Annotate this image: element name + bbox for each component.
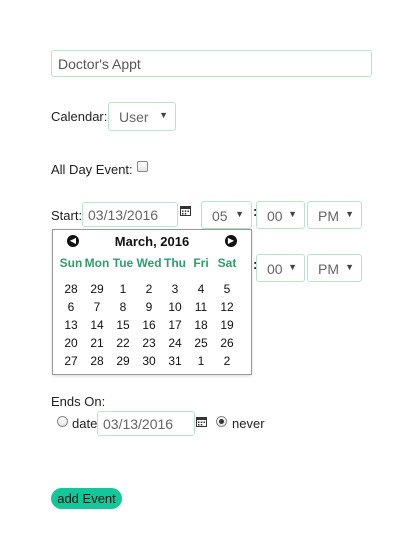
- ends-on-never-label: never: [232, 416, 265, 431]
- datepicker-days: 28 29 1 2 3 4 5 6 7 8 9 10 11 12 13 14 1…: [58, 280, 240, 370]
- chevron-left-icon[interactable]: ◀: [67, 235, 79, 247]
- datepicker-week: 13 14 15 16 17 18 19: [58, 316, 240, 334]
- day-cell[interactable]: 1: [188, 352, 214, 370]
- end-ampm-select[interactable]: PM ▼: [307, 254, 362, 282]
- day-cell[interactable]: 3: [162, 280, 188, 298]
- start-ampm-value: PM: [318, 208, 339, 224]
- datepicker-month-title: March, 2016: [114, 234, 190, 249]
- day-cell[interactable]: 24: [162, 334, 188, 352]
- weekday-label: Fri: [193, 256, 209, 270]
- weekday-label: Sun: [59, 256, 83, 270]
- weekday-label: Thu: [164, 256, 186, 270]
- datepicker: March, 2016 ◀ ▶ Sun Mon Tue Wed Thu Fri …: [52, 229, 252, 375]
- day-cell[interactable]: 4: [188, 280, 214, 298]
- day-cell[interactable]: 19: [214, 316, 240, 334]
- datepicker-week: 6 7 8 9 10 11 12: [58, 298, 240, 316]
- end-minute-value: 00: [267, 261, 283, 277]
- start-date-input[interactable]: 03/13/2016: [82, 202, 178, 227]
- datepicker-week: 20 21 22 23 24 25 26: [58, 334, 240, 352]
- datepicker-weekday-header: Sun Mon Tue Wed Thu Fri Sat: [58, 256, 240, 270]
- day-cell[interactable]: 6: [58, 298, 84, 316]
- all-day-label: All Day Event:: [51, 162, 133, 177]
- day-cell[interactable]: 10: [162, 298, 188, 316]
- day-cell[interactable]: 21: [84, 334, 110, 352]
- day-cell[interactable]: 7: [84, 298, 110, 316]
- add-event-button[interactable]: add Event: [51, 488, 122, 509]
- day-cell[interactable]: 8: [110, 298, 136, 316]
- day-cell[interactable]: 17: [162, 316, 188, 334]
- day-cell[interactable]: 12: [214, 298, 240, 316]
- day-cell[interactable]: 14: [84, 316, 110, 334]
- start-minute-select[interactable]: 00 ▼: [256, 201, 305, 229]
- day-cell[interactable]: 31: [162, 352, 188, 370]
- all-day-checkbox[interactable]: [137, 161, 148, 172]
- start-hour-select[interactable]: 05 ▼: [201, 201, 252, 229]
- ends-on-never-radio[interactable]: [216, 416, 227, 427]
- start-minute-value: 00: [267, 208, 283, 224]
- ends-on-date-label: date: [72, 416, 98, 431]
- day-cell[interactable]: 23: [136, 334, 162, 352]
- day-cell[interactable]: 16: [136, 316, 162, 334]
- day-cell[interactable]: 28: [84, 352, 110, 370]
- day-cell[interactable]: 29: [110, 352, 136, 370]
- day-cell[interactable]: 15: [110, 316, 136, 334]
- ends-on-label: Ends On:: [51, 394, 106, 409]
- calendar-icon[interactable]: [180, 205, 191, 219]
- chevron-down-icon: ▼: [345, 209, 354, 219]
- chevron-down-icon: ▼: [235, 209, 244, 219]
- weekday-label: Sat: [217, 256, 237, 270]
- day-cell[interactable]: 30: [136, 352, 162, 370]
- day-cell[interactable]: 22: [110, 334, 136, 352]
- weekday-label: Mon: [84, 256, 110, 270]
- day-cell[interactable]: 2: [136, 280, 162, 298]
- chevron-right-icon[interactable]: ▶: [225, 235, 237, 247]
- weekday-label: Wed: [136, 256, 162, 270]
- day-cell[interactable]: 18: [188, 316, 214, 334]
- day-cell[interactable]: 2: [214, 352, 240, 370]
- chevron-down-icon: ▼: [345, 262, 354, 272]
- calendar-label: Calendar:: [51, 109, 108, 124]
- day-cell[interactable]: 25: [188, 334, 214, 352]
- event-title-input[interactable]: Doctor's Appt: [51, 50, 372, 77]
- datepicker-week: 28 29 1 2 3 4 5: [58, 280, 240, 298]
- day-cell[interactable]: 29: [84, 280, 110, 298]
- ends-on-date-input[interactable]: 03/13/2016: [97, 411, 195, 436]
- day-cell[interactable]: 5: [214, 280, 240, 298]
- end-ampm-value: PM: [318, 261, 339, 277]
- ends-on-date-radio[interactable]: [57, 416, 68, 427]
- day-cell[interactable]: 20: [58, 334, 84, 352]
- day-cell[interactable]: 1: [110, 280, 136, 298]
- calendar-selected-value: User: [119, 109, 149, 125]
- start-hour-value: 05: [212, 208, 228, 224]
- day-cell[interactable]: 28: [58, 280, 84, 298]
- start-ampm-select[interactable]: PM ▼: [307, 201, 362, 229]
- calendar-icon[interactable]: [196, 416, 207, 430]
- weekday-label: Tue: [112, 256, 134, 270]
- chevron-down-icon: ▼: [288, 209, 297, 219]
- day-cell[interactable]: 11: [188, 298, 214, 316]
- day-cell[interactable]: 27: [58, 352, 84, 370]
- chevron-down-icon: ▼: [288, 262, 297, 272]
- day-cell[interactable]: 9: [136, 298, 162, 316]
- chevron-down-icon: ▼: [159, 110, 168, 120]
- datepicker-week: 27 28 29 30 31 1 2: [58, 352, 240, 370]
- start-label: Start:: [51, 208, 83, 223]
- calendar-select[interactable]: User ▼: [108, 102, 176, 131]
- end-minute-select[interactable]: 00 ▼: [256, 254, 305, 282]
- day-cell[interactable]: 26: [214, 334, 240, 352]
- day-cell[interactable]: 13: [58, 316, 84, 334]
